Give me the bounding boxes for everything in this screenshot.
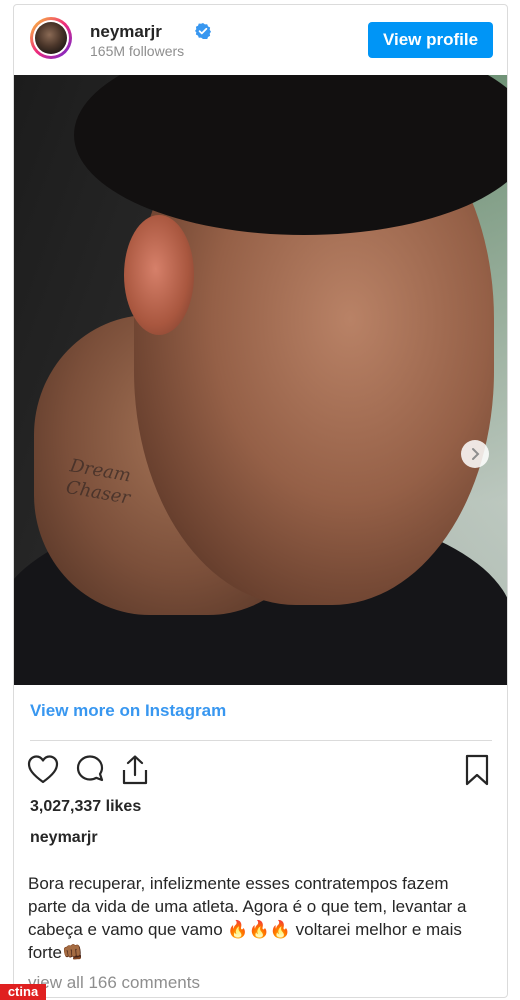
caption-username[interactable]: neymarjr <box>30 829 98 847</box>
caption-text: Bora recuperar, infelizmente esses contr… <box>28 874 467 962</box>
view-all-comments-link[interactable]: view all 166 comments <box>28 973 200 993</box>
avatar[interactable] <box>30 17 72 59</box>
verified-badge-icon <box>195 23 211 39</box>
divider <box>30 740 492 741</box>
like-count[interactable]: 3,027,337 likes <box>30 798 141 816</box>
view-more-on-instagram-link[interactable]: View more on Instagram <box>30 701 226 721</box>
bookmark-icon[interactable] <box>460 753 494 787</box>
instagram-embed-card: neymarjr 165M followers View profile Dre… <box>13 4 508 998</box>
avatar-image <box>35 22 67 54</box>
chevron-right-icon <box>472 448 480 460</box>
post-header: neymarjr 165M followers View profile <box>14 5 507 73</box>
header-username[interactable]: neymarjr <box>90 22 162 42</box>
heart-icon[interactable] <box>26 753 60 787</box>
watermark-logo: ctina <box>0 984 46 1000</box>
share-icon[interactable] <box>118 753 152 787</box>
action-bar <box>26 753 496 787</box>
post-photo[interactable]: Dream Chaser <box>14 75 507 685</box>
comment-icon[interactable] <box>73 753 107 787</box>
follower-count: 165M followers <box>90 43 185 59</box>
view-profile-button[interactable]: View profile <box>368 22 493 58</box>
carousel-next-button[interactable] <box>461 440 489 468</box>
